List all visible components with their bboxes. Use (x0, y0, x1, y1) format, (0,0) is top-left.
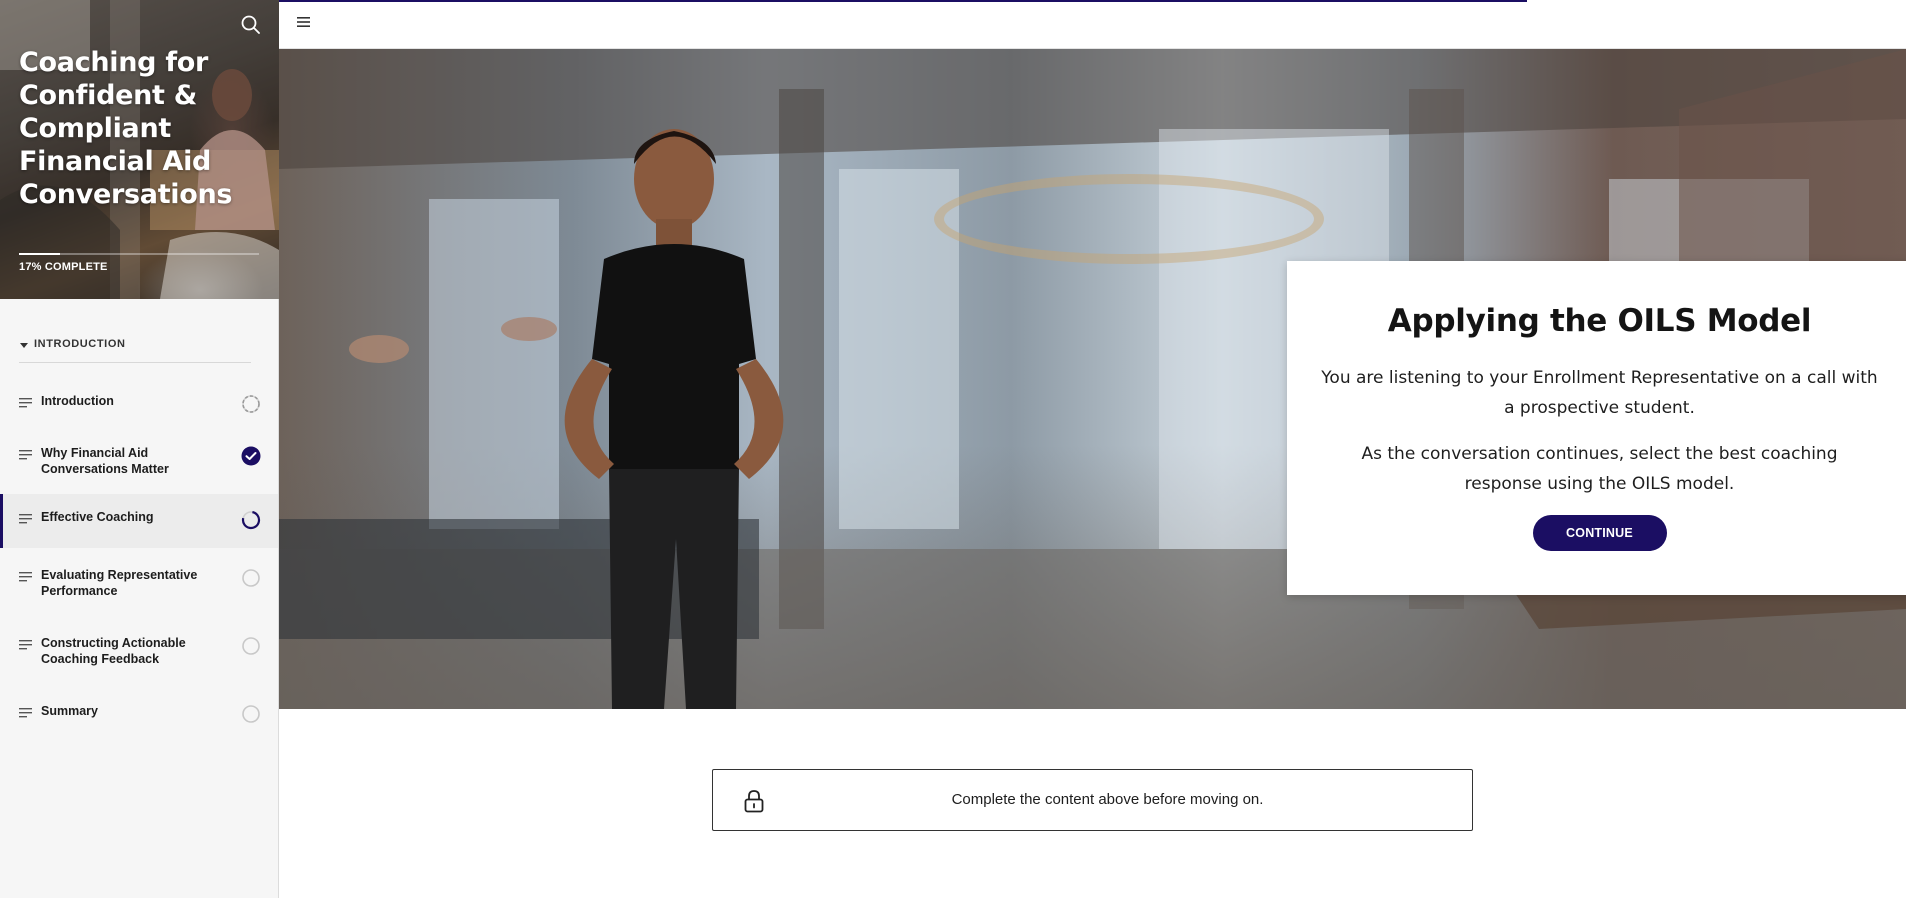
section-label: INTRODUCTION (34, 338, 126, 350)
dialog-paragraph-1: You are listening to your Enrollment Rep… (1321, 368, 1878, 418)
lesson-label: Evaluating Representative Performance (41, 568, 198, 598)
lines-icon (19, 398, 32, 408)
course-progress-fill (19, 253, 60, 255)
course-sidebar: Coaching for Confident & Compliant Finan… (0, 0, 279, 898)
section-toggle-introduction[interactable]: INTRODUCTION (19, 338, 251, 363)
lesson-label: Why Financial Aid Conversations Matter (41, 446, 169, 476)
lesson-item[interactable]: Summary (0, 695, 278, 731)
not-started-icon (242, 569, 260, 587)
checkmark-complete-icon (241, 446, 261, 466)
lesson-progress-bar (279, 0, 1527, 2)
hamburger-menu-icon[interactable] (296, 15, 312, 29)
dialog-title: Applying the OILS Model (1387, 303, 1812, 339)
locked-content-notice: Complete the content above before moving… (712, 769, 1473, 831)
continue-button[interactable]: CONTINUE (1532, 515, 1667, 551)
in-progress-icon (242, 395, 260, 413)
lesson-label: Introduction (41, 394, 114, 408)
lines-icon (19, 514, 32, 524)
course-cover: Coaching for Confident & Compliant Finan… (0, 0, 279, 299)
lesson-item[interactable]: Constructing Actionable Coaching Feedbac… (0, 627, 278, 679)
in-progress-icon (241, 510, 261, 530)
lines-icon (19, 572, 32, 582)
search-icon[interactable] (240, 14, 262, 36)
lesson-item[interactable]: Effective Coaching (0, 494, 278, 548)
scenario-dialog: Applying the OILS Model You are listenin… (1287, 261, 1906, 595)
lesson-label: Effective Coaching (41, 510, 154, 524)
locked-content-message: Complete the content above before moving… (951, 791, 1264, 808)
course-title: Coaching for Confident & Compliant Finan… (19, 47, 233, 210)
not-started-icon (242, 637, 260, 655)
lesson-item[interactable]: Why Financial Aid Conversations Matter (0, 437, 278, 485)
caret-down-icon (20, 343, 28, 348)
not-started-icon (242, 705, 260, 723)
top-bar (279, 0, 1906, 49)
dialog-paragraph-2: As the conversation continues, select th… (1361, 444, 1838, 494)
lines-icon (19, 450, 32, 460)
lesson-label: Summary (41, 704, 98, 718)
lines-icon (19, 708, 32, 718)
course-progress-bar (19, 253, 259, 255)
lesson-item[interactable]: Introduction (0, 385, 278, 421)
lines-icon (19, 640, 32, 650)
scenario-scene: Applying the OILS Model You are listenin… (279, 49, 1906, 709)
character-image (564, 129, 784, 709)
course-progress-label: 17% COMPLETE (19, 261, 108, 273)
lesson-label: Constructing Actionable Coaching Feedbac… (41, 636, 186, 666)
lesson-item[interactable]: Evaluating Representative Performance (0, 559, 278, 611)
ring-light-decor (934, 174, 1324, 264)
